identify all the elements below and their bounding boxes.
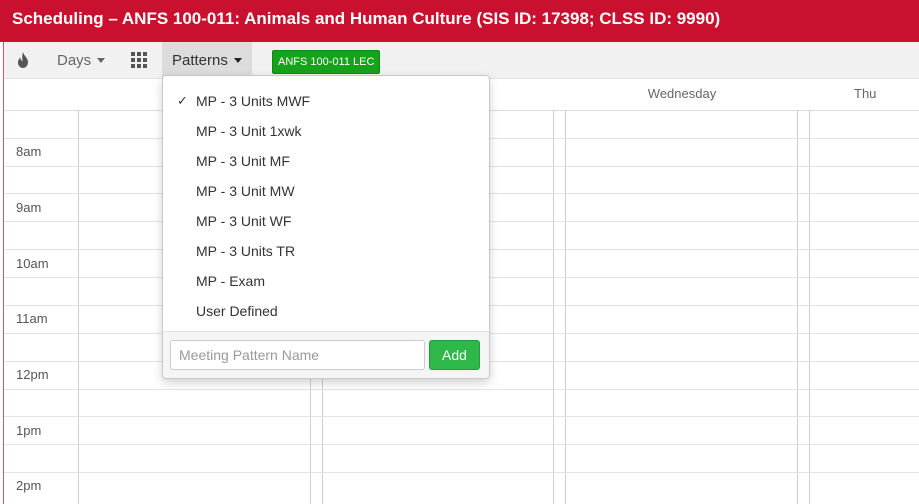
time-label-1pm: 1pm xyxy=(16,423,42,438)
hour-line xyxy=(4,416,919,417)
checkmark-icon: ✓ xyxy=(177,93,188,108)
pattern-item-user-defined[interactable]: User Defined xyxy=(163,296,489,326)
pattern-label: MP - 3 Units TR xyxy=(196,243,296,259)
day-header-wednesday: Wednesday xyxy=(647,86,717,101)
add-pattern-button[interactable]: Add xyxy=(429,340,480,370)
chevron-down-icon xyxy=(233,57,242,63)
chevron-down-icon xyxy=(97,57,106,63)
grid-icon[interactable] xyxy=(131,42,147,78)
patterns-menu: ✓ MP - 3 Units MWF MP - 3 Unit 1xwk MP -… xyxy=(162,75,490,379)
pattern-label: MP - 3 Unit MF xyxy=(196,153,290,169)
hour-line xyxy=(4,389,919,390)
patterns-dropdown[interactable]: Patterns xyxy=(162,42,252,78)
patterns-label: Patterns xyxy=(172,51,228,69)
time-label-9am: 9am xyxy=(16,200,42,215)
toolbar: Days Patterns ANFS 100-011 LEC xyxy=(4,42,919,79)
pattern-item-tr[interactable]: MP - 3 Units TR xyxy=(163,236,489,266)
pattern-item-mw[interactable]: MP - 3 Unit MW xyxy=(163,176,489,206)
fire-icon[interactable] xyxy=(16,42,30,78)
section-badge[interactable]: ANFS 100-011 LEC xyxy=(272,50,381,74)
time-label-11am: 11am xyxy=(16,311,48,326)
meeting-pattern-name-input[interactable] xyxy=(170,340,425,370)
window-title: Scheduling – ANFS 100-011: Animals and H… xyxy=(0,0,919,42)
pattern-label: MP - 3 Units MWF xyxy=(196,93,311,109)
new-pattern-form: Add xyxy=(163,331,489,378)
pattern-item-mf[interactable]: MP - 3 Unit MF xyxy=(163,146,489,176)
pattern-label: MP - 3 Unit 1xwk xyxy=(196,123,302,139)
pattern-label: MP - Exam xyxy=(196,273,265,289)
time-label-2pm: 2pm xyxy=(16,478,42,493)
pattern-item-mwf[interactable]: ✓ MP - 3 Units MWF xyxy=(163,86,489,116)
pattern-item-1xwk[interactable]: MP - 3 Unit 1xwk xyxy=(163,116,489,146)
day-header-thursday: Thu xyxy=(854,86,877,101)
pattern-label: User Defined xyxy=(196,303,278,319)
time-label-10am: 10am xyxy=(16,256,49,271)
pattern-label: MP - 3 Unit MW xyxy=(196,183,295,199)
pattern-item-exam[interactable]: MP - Exam xyxy=(163,266,489,296)
days-dropdown[interactable]: Days xyxy=(57,42,106,78)
time-label-8am: 8am xyxy=(16,144,42,159)
days-label: Days xyxy=(57,51,92,69)
hour-line xyxy=(4,444,919,445)
pattern-label: MP - 3 Unit WF xyxy=(196,213,292,229)
time-label-12pm: 12pm xyxy=(16,367,49,382)
pattern-item-wf[interactable]: MP - 3 Unit WF xyxy=(163,206,489,236)
hour-line xyxy=(4,472,919,473)
